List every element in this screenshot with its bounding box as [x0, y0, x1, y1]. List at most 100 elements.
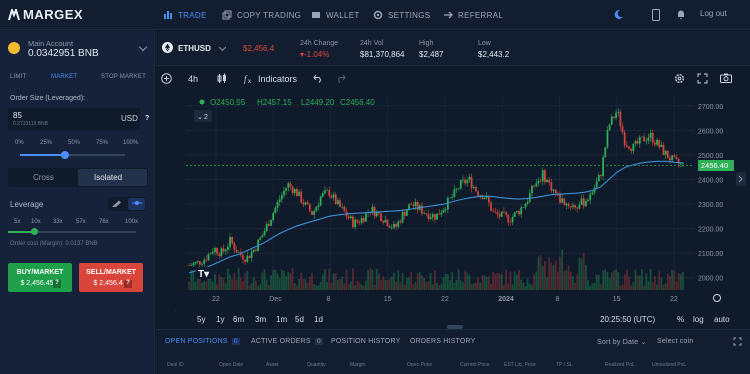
- help-icon[interactable]: ?: [124, 280, 132, 288]
- column-header[interactable]: EST Liq. Price: [504, 362, 536, 368]
- volume-bar: [604, 269, 607, 290]
- range-1y[interactable]: 1y: [216, 315, 224, 324]
- settings-gear-icon[interactable]: [674, 73, 685, 84]
- column-header[interactable]: Current Price: [460, 362, 489, 368]
- scale-log[interactable]: log: [693, 315, 704, 324]
- tab-stop-market[interactable]: STOP MARKET: [101, 74, 146, 80]
- redo-icon[interactable]: [336, 74, 346, 83]
- range-6m[interactable]: 6m: [233, 315, 244, 324]
- undo-icon[interactable]: [313, 74, 323, 83]
- indicators-button[interactable]: Indicators: [258, 74, 297, 84]
- column-header[interactable]: Deal ID: [167, 362, 184, 368]
- column-header[interactable]: Quantity: [307, 362, 326, 368]
- pencil-icon[interactable]: [111, 200, 123, 208]
- tab-active-orders[interactable]: ACTIVE ORDERS 0: [251, 338, 323, 345]
- candle-body: [365, 212, 367, 222]
- lev-10x[interactable]: 10x: [31, 219, 41, 225]
- column-header[interactable]: Open Price: [407, 362, 432, 368]
- candle-body: [242, 255, 244, 260]
- scale-percent[interactable]: %: [677, 315, 684, 324]
- logout-link[interactable]: Log out: [700, 9, 727, 18]
- volume-bar: [466, 272, 469, 290]
- column-header[interactable]: Realized PnL: [605, 362, 635, 368]
- fx-icon: fx: [244, 74, 251, 84]
- price-chart[interactable]: 2700.00 2600.00 2500.00 2400.00 2300.00 2200.…: [156, 92, 750, 310]
- pct-50[interactable]: 50%: [68, 140, 80, 146]
- candle-body: [535, 183, 538, 187]
- volume-bar: [593, 282, 596, 290]
- range-3m[interactable]: 3m: [255, 315, 266, 324]
- pct-100[interactable]: 100%: [123, 140, 138, 146]
- moon-icon[interactable]: [613, 9, 624, 20]
- scale-auto[interactable]: auto: [714, 315, 730, 324]
- lev-100x[interactable]: 100x: [125, 219, 138, 225]
- margex-logo[interactable]: MARGEX: [8, 7, 83, 22]
- column-header[interactable]: Open Date: [219, 362, 243, 368]
- mobile-icon[interactable]: [652, 9, 660, 21]
- range-1d[interactable]: 1d: [314, 315, 323, 324]
- copy-icon: [222, 10, 232, 20]
- help-icon[interactable]: ?: [145, 115, 149, 122]
- candle-body: [339, 200, 341, 207]
- candle-body: [211, 251, 214, 254]
- column-header[interactable]: TP / SL: [556, 362, 573, 368]
- help-icon[interactable]: ?: [53, 280, 61, 288]
- volume-bar: [533, 274, 535, 290]
- buy-market-button[interactable]: BUY/MARKET $ 2,456.45 ?: [8, 263, 72, 292]
- expand-icon[interactable]: [733, 337, 742, 346]
- interval-selector[interactable]: 4h: [188, 74, 198, 84]
- lev-5x[interactable]: 5x: [14, 219, 20, 225]
- volume-bar: [408, 277, 410, 290]
- volume-bar: [257, 285, 259, 290]
- column-header[interactable]: Unrealized PnL: [652, 362, 686, 368]
- time-tick-label: 8: [556, 296, 560, 303]
- range-5y[interactable]: 5y: [197, 315, 205, 324]
- pct-0[interactable]: 0%: [15, 140, 24, 146]
- volume-bar: [567, 265, 570, 290]
- mode-cross[interactable]: Cross: [33, 173, 54, 182]
- symbol-selector[interactable]: ETHUSD: [178, 44, 211, 53]
- volume-bar: [367, 270, 369, 290]
- active-orders-label: ACTIVE ORDERS: [251, 338, 311, 345]
- pct-75[interactable]: 75%: [96, 140, 108, 146]
- volume-bar: [634, 269, 637, 290]
- volume-bar: [192, 271, 195, 290]
- candles-icon[interactable]: [217, 73, 227, 84]
- column-header[interactable]: Margin: [350, 362, 365, 368]
- tab-position-history[interactable]: POSITION HISTORY: [331, 338, 400, 345]
- select-coin-input[interactable]: Select coin: [657, 338, 693, 345]
- volume-bar: [218, 274, 221, 290]
- add-icon[interactable]: [161, 73, 172, 84]
- utc-clock[interactable]: 20:25:50 (UTC): [600, 315, 655, 324]
- nav-wallet[interactable]: WALLET: [311, 10, 360, 20]
- column-header[interactable]: Asset: [266, 362, 279, 368]
- tab-limit[interactable]: LIMIT: [10, 74, 26, 80]
- fullscreen-icon[interactable]: [697, 73, 708, 84]
- open-positions-count: 0: [231, 338, 240, 345]
- scroll-right-button[interactable]: [736, 172, 746, 186]
- nav-referral[interactable]: REFERRAL: [443, 10, 503, 20]
- pct-25[interactable]: 25%: [40, 140, 52, 146]
- candle-body: [654, 142, 656, 145]
- volume-bar: [500, 274, 503, 290]
- volume-bar: [572, 276, 574, 290]
- volume-bar: [449, 280, 451, 290]
- nav-copy-trading[interactable]: COPY TRADING: [222, 10, 301, 20]
- lev-33x[interactable]: 33x: [53, 219, 63, 225]
- sort-dropdown[interactable]: Sort by Date ⌄: [597, 338, 647, 346]
- tab-open-positions[interactable]: OPEN POSITIONS 0: [165, 338, 240, 345]
- range-1m[interactable]: 1m: [276, 315, 287, 324]
- sell-market-button[interactable]: SELL/MARKET $ 2,456.4 ?: [79, 263, 143, 292]
- lev-57x[interactable]: 57x: [76, 219, 86, 225]
- nav-settings[interactable]: SETTINGS: [373, 10, 430, 20]
- candle-body: [658, 139, 661, 148]
- lev-76x[interactable]: 76x: [99, 219, 109, 225]
- tab-orders-history[interactable]: ORDERS HISTORY: [410, 338, 476, 345]
- camera-icon[interactable]: [720, 73, 732, 83]
- tab-market[interactable]: MARKET: [51, 74, 77, 80]
- order-size-unit[interactable]: USD: [121, 114, 138, 123]
- nav-trade[interactable]: TRADE: [163, 10, 207, 20]
- mode-isolated[interactable]: Isolated: [94, 173, 122, 182]
- bell-icon[interactable]: [676, 9, 686, 20]
- range-5d[interactable]: 5d: [295, 315, 304, 324]
